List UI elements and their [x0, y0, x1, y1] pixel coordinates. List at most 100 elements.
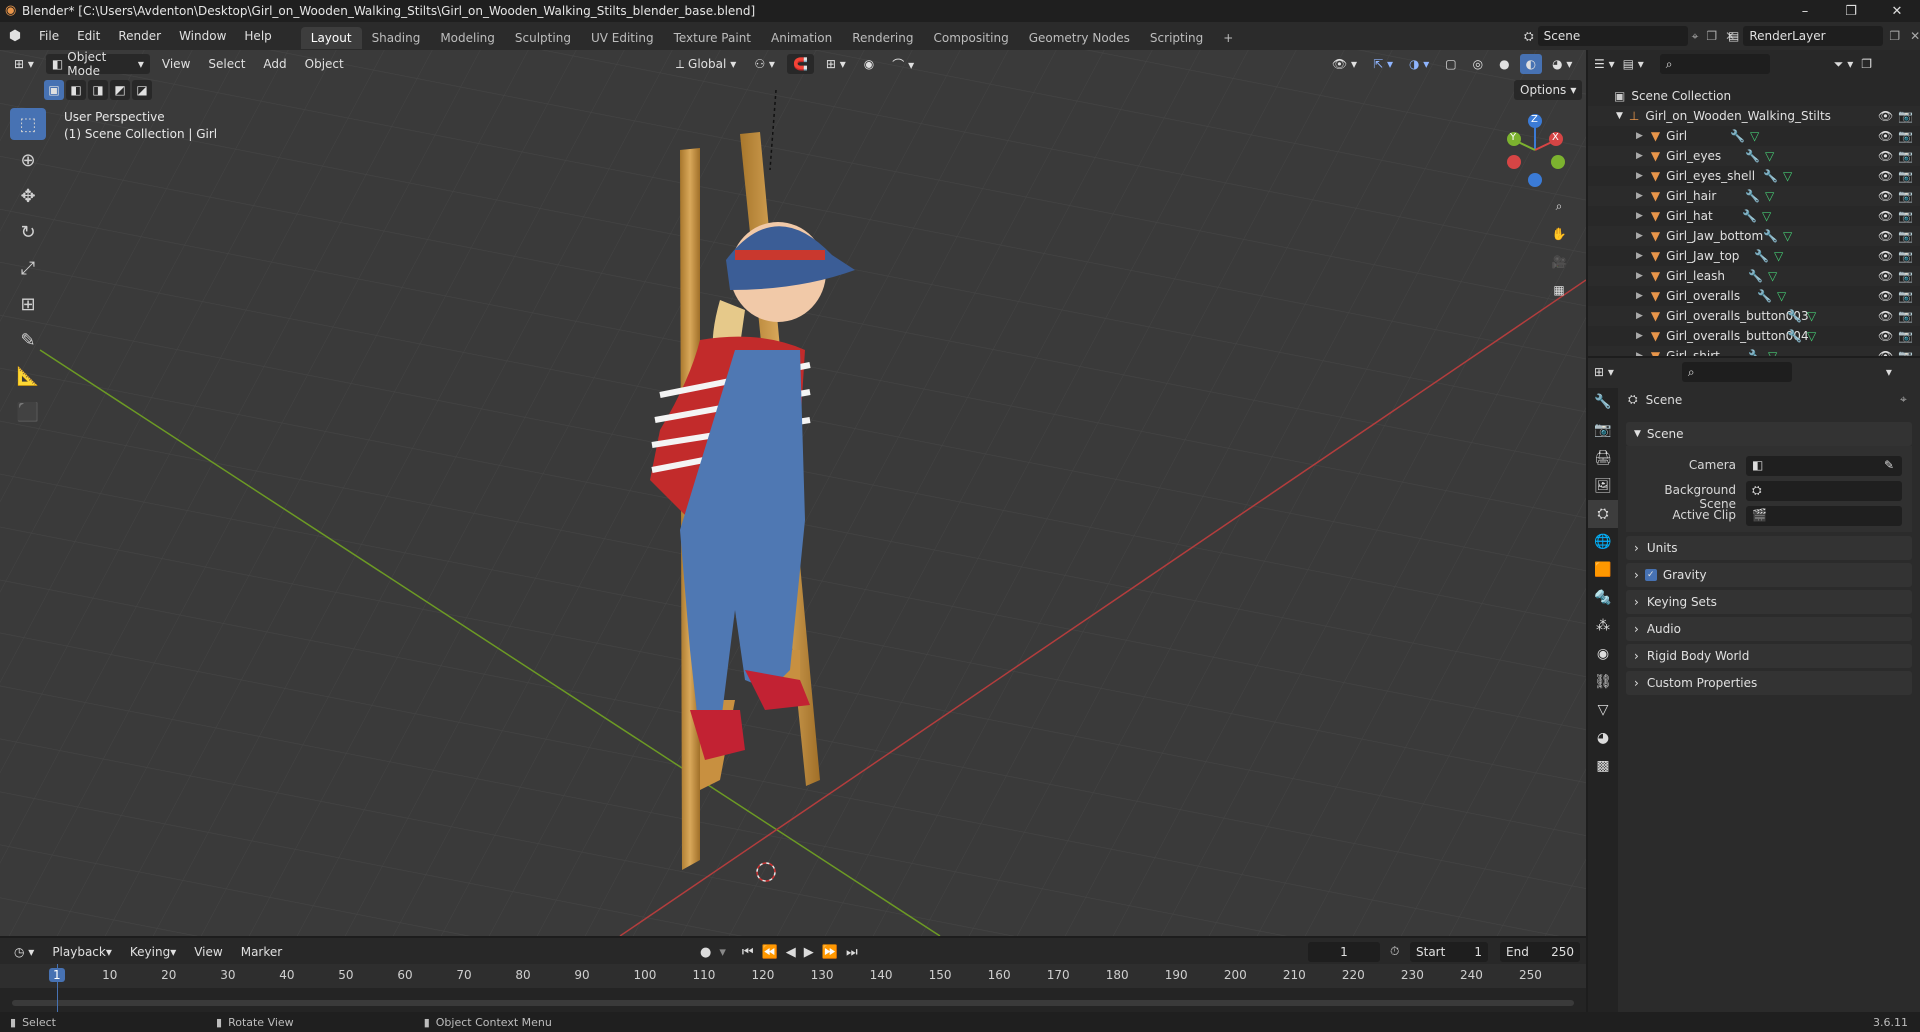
custom-properties-panel-header[interactable]: › Custom Properties	[1626, 671, 1912, 695]
select-extend-icon[interactable]: ◧	[66, 80, 86, 100]
gravity-panel-header[interactable]: › ✓ Gravity	[1626, 563, 1912, 587]
end-frame-field[interactable]: End 250	[1500, 942, 1580, 962]
viewport-menu-object[interactable]: Object	[299, 54, 350, 74]
timeline-menu-keying[interactable]: Keying ▾	[124, 942, 182, 962]
pin-icon[interactable]: ⌖	[1900, 392, 1907, 407]
outliner-row-object[interactable]: ▶ ▼ Girl_shirt 🔧 ▽ 👁 📷	[1588, 346, 1920, 356]
constraints-tab-icon[interactable]: ⛓	[1588, 668, 1618, 696]
outliner-row-object[interactable]: ▶ ▼ Girl_leash 🔧 ▽ 👁 📷	[1588, 266, 1920, 286]
transform-orientation-selector[interactable]: ⟂ Global ▾	[670, 54, 742, 74]
select-intersect-icon[interactable]: ◪	[132, 80, 152, 100]
close-button[interactable]: ✕	[1874, 0, 1920, 22]
tab-shading[interactable]: Shading	[362, 27, 431, 49]
outliner-row-object[interactable]: ▶ ▼ Girl_overalls_button003 🔧 ▽ 👁 📷	[1588, 306, 1920, 326]
audio-panel-header[interactable]: › Audio	[1626, 617, 1912, 641]
tool-tab-icon[interactable]: 🔧	[1588, 388, 1618, 416]
material-shading-button[interactable]: ◐	[1519, 54, 1543, 74]
camera-field[interactable]: ◧ ✎	[1746, 456, 1902, 476]
tab-animation[interactable]: Animation	[761, 27, 842, 49]
outliner-row-object[interactable]: ▶ ▼ Girl 🔧 ▽ 👁 📷	[1588, 126, 1920, 146]
move-tool-icon[interactable]: ✥	[10, 180, 46, 212]
scene-selector[interactable]: Scene	[1537, 26, 1688, 46]
eye-icon[interactable]: 👁	[1878, 149, 1893, 163]
minimize-button[interactable]: –	[1782, 0, 1828, 22]
eye-icon[interactable]: 👁	[1878, 329, 1893, 343]
jump-end-icon[interactable]: ⏭	[846, 945, 858, 960]
zoom-icon[interactable]: ⌕	[1548, 196, 1570, 216]
proportional-falloff-button[interactable]: ⌒ ▾	[886, 54, 920, 74]
select-box-tool-icon[interactable]: ⬚	[10, 108, 46, 140]
eye-icon[interactable]: 👁	[1878, 109, 1893, 123]
outliner-row-object[interactable]: ▶ ▼ Girl_overalls_button004 🔧 ▽ 👁 📷	[1588, 326, 1920, 346]
menu-file[interactable]: File	[30, 22, 68, 50]
eye-icon[interactable]: 👁	[1878, 349, 1893, 356]
camera-render-icon[interactable]: 📷	[1898, 189, 1913, 203]
tab-geometry-nodes[interactable]: Geometry Nodes	[1019, 27, 1140, 49]
camera-render-icon[interactable]: 📷	[1898, 269, 1913, 283]
eye-icon[interactable]: 👁	[1878, 249, 1893, 263]
chevron-right-icon[interactable]: ▶	[1636, 151, 1643, 161]
eye-icon[interactable]: 👁	[1878, 129, 1893, 143]
chevron-down-icon[interactable]: ▼	[1616, 111, 1623, 121]
visibility-selector[interactable]: 👁 ▾	[1326, 54, 1363, 74]
camera-render-icon[interactable]: 📷	[1898, 149, 1913, 163]
camera-render-icon[interactable]: 📷	[1898, 209, 1913, 223]
data-tab-icon[interactable]: ▽	[1588, 696, 1618, 724]
maximize-button[interactable]: ❐	[1828, 0, 1874, 22]
background-scene-field[interactable]: ⛭	[1746, 481, 1902, 501]
camera-render-icon[interactable]: 📷	[1898, 289, 1913, 303]
viewport-menu-add[interactable]: Add	[257, 54, 292, 74]
tab-sculpting[interactable]: Sculpting	[505, 27, 581, 49]
gizmo-toggle[interactable]: ⇱ ▾	[1367, 54, 1399, 74]
outliner-editor-icon[interactable]: ☰ ▾	[1594, 57, 1615, 71]
mode-selector[interactable]: ◧ Object Mode ▾	[45, 50, 150, 78]
eyedropper-icon[interactable]: ✎	[1884, 458, 1894, 472]
filter-icon[interactable]: ⏷ ▾	[1834, 57, 1853, 72]
tab-compositing[interactable]: Compositing	[923, 27, 1018, 49]
blender-menu-icon[interactable]: ⬢	[0, 28, 30, 44]
rotate-tool-icon[interactable]: ↻	[10, 216, 46, 248]
output-tab-icon[interactable]: 🖨	[1588, 444, 1618, 472]
outliner-row-object[interactable]: ▶ ▼ Girl_hat 🔧 ▽ 👁 📷	[1588, 206, 1920, 226]
gravity-checkbox[interactable]: ✓	[1644, 569, 1657, 581]
overlay-toggle[interactable]: ◑ ▾	[1403, 54, 1435, 74]
eye-icon[interactable]: 👁	[1878, 229, 1893, 243]
start-frame-field[interactable]: Start 1	[1410, 942, 1488, 962]
physics-tab-icon[interactable]: ◉	[1588, 640, 1618, 668]
eye-icon[interactable]: 👁	[1878, 169, 1893, 183]
chevron-right-icon[interactable]: ▶	[1636, 331, 1643, 341]
tab-scripting[interactable]: Scripting	[1140, 27, 1213, 49]
outliner-row-object[interactable]: ▶ ▼ Girl_hair 🔧 ▽ 👁 📷	[1588, 186, 1920, 206]
camera-render-icon[interactable]: 📷	[1898, 229, 1913, 243]
camera-render-icon[interactable]: 📷	[1898, 169, 1913, 183]
chevron-right-icon[interactable]: ▶	[1636, 171, 1643, 181]
delete-view-layer-icon[interactable]: ✕	[1910, 29, 1920, 43]
add-cube-tool-icon[interactable]: ⬛	[10, 396, 46, 428]
snap-toggle[interactable]: 🧲	[786, 54, 814, 74]
chevron-right-icon[interactable]: ▶	[1636, 271, 1643, 281]
modifier-tab-icon[interactable]: 🔩	[1588, 584, 1618, 612]
play-reverse-icon[interactable]: ◀	[786, 945, 796, 960]
play-icon[interactable]: ▶	[804, 945, 814, 960]
measure-tool-icon[interactable]: 📐	[10, 360, 46, 392]
chevron-right-icon[interactable]: ▶	[1636, 191, 1643, 201]
timeline-scrollbar[interactable]	[12, 1000, 1574, 1006]
view-layer-selector[interactable]: RenderLayer	[1743, 26, 1884, 46]
outliner-search-input[interactable]: ⌕	[1659, 54, 1770, 74]
solid-shading-button[interactable]: ●	[1493, 54, 1515, 74]
camera-render-icon[interactable]: 📷	[1898, 329, 1913, 343]
scale-tool-icon[interactable]: ⤢	[10, 252, 46, 284]
jump-keyframe-back-icon[interactable]: ⏪	[762, 945, 778, 960]
outliner-row-object[interactable]: ▶ ▼ Girl_Jaw_top 🔧 ▽ 👁 📷	[1588, 246, 1920, 266]
display-mode-icon[interactable]: ▤ ▾	[1623, 57, 1644, 71]
chevron-right-icon[interactable]: ▶	[1636, 351, 1643, 356]
camera-render-icon[interactable]: 📷	[1898, 109, 1913, 123]
eye-icon[interactable]: 👁	[1878, 309, 1893, 323]
editor-type-button[interactable]: ⊞ ▾	[8, 54, 40, 74]
eye-icon[interactable]: 👁	[1878, 269, 1893, 283]
tab-texture-paint[interactable]: Texture Paint	[664, 27, 761, 49]
chevron-right-icon[interactable]: ▶	[1636, 251, 1643, 261]
new-view-layer-icon[interactable]: ❐	[1889, 29, 1900, 43]
chevron-right-icon[interactable]: ▶	[1636, 231, 1643, 241]
perspective-toggle-icon[interactable]: ▦	[1548, 280, 1570, 300]
